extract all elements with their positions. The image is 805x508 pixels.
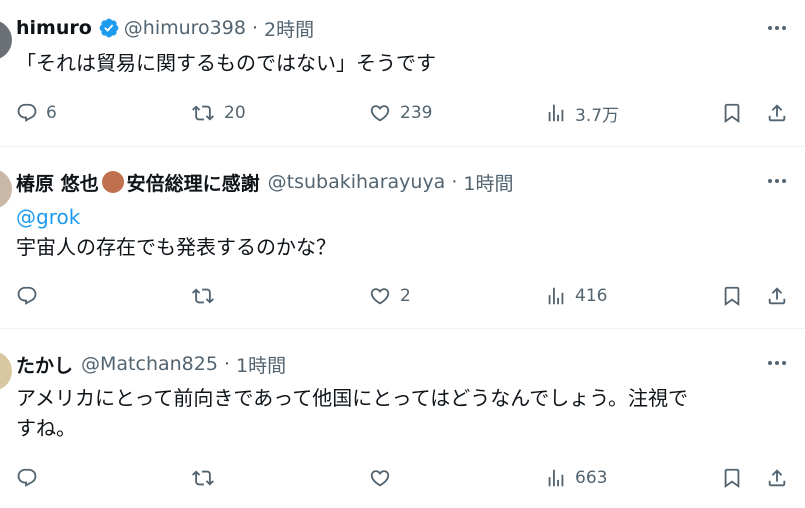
author-name[interactable]: 椿原 悠也 <box>16 169 99 196</box>
tweet-text-line: 「それは貿易に関するものではない」そうです <box>16 51 436 75</box>
views-button[interactable]: 416 <box>545 278 607 314</box>
like-icon <box>370 288 390 305</box>
timestamp[interactable]: 1時間 <box>236 351 286 378</box>
share-button[interactable] <box>766 460 788 496</box>
views-button[interactable]: 3.7万 <box>545 95 619 131</box>
retweet-count: 20 <box>224 103 246 123</box>
tweet-text: アメリカにとって前向きであって他国にとってはどうなんでしょう。注視で すね。 <box>16 383 688 443</box>
author-name[interactable]: たかし <box>16 351 73 378</box>
retweet-button[interactable] <box>190 278 224 314</box>
views-count: 416 <box>575 286 608 306</box>
views-icon <box>548 287 564 305</box>
separator: · <box>251 17 258 39</box>
more-icon[interactable] <box>763 14 791 42</box>
reply-button[interactable]: 6 <box>16 95 57 131</box>
share-button[interactable] <box>766 95 788 131</box>
bookmark-button[interactable] <box>721 460 743 496</box>
timestamp[interactable]: 2時間 <box>264 15 314 42</box>
tweet-text: @grok 宇宙人の存在でも発表するのかな？ <box>16 202 336 262</box>
timestamp[interactable]: 1時間 <box>463 169 513 196</box>
author-handle[interactable]: @Matchan825 <box>81 353 218 375</box>
like-count: 2 <box>400 286 411 306</box>
views-icon <box>548 469 564 487</box>
author-name-suffix[interactable]: 安倍総理に感謝 <box>127 169 260 196</box>
mention-link[interactable]: @grok <box>16 202 336 232</box>
views-icon <box>548 104 564 122</box>
more-icon[interactable] <box>763 167 791 195</box>
bookmark-icon <box>724 286 740 307</box>
tweet-header: 椿原 悠也 安倍総理に感謝 @tsubakiharayuya · 1時間 <box>16 168 513 196</box>
reply-icon <box>17 468 37 487</box>
like-icon <box>370 105 390 122</box>
reply-icon <box>17 103 37 122</box>
avatar[interactable] <box>0 169 12 209</box>
like-button[interactable]: 2 <box>368 278 411 314</box>
avatar[interactable] <box>0 20 12 60</box>
tweet[interactable]: たかし @Matchan825 · 1時間 アメリカにとって前向きであって他国に… <box>0 328 805 508</box>
bookmark-icon <box>724 468 740 489</box>
action-bar: 6 20 239 3.7万 <box>0 95 805 131</box>
tweet-text-line: アメリカにとって前向きであって他国にとってはどうなんでしょう。注視で <box>16 386 688 410</box>
name-emoji-icon <box>101 171 124 193</box>
retweet-button[interactable]: 20 <box>190 95 246 131</box>
like-button[interactable] <box>368 460 400 496</box>
views-button[interactable]: 663 <box>545 460 607 496</box>
author-name[interactable]: himuro <box>16 17 92 39</box>
views-count: 3.7万 <box>575 105 620 126</box>
like-count: 239 <box>400 103 433 123</box>
author-handle[interactable]: @himuro398 <box>124 17 246 39</box>
reply-button[interactable] <box>16 278 46 314</box>
retweet-icon <box>192 470 214 486</box>
tweet[interactable]: 椿原 悠也 安倍総理に感謝 @tsubakiharayuya · 1時間 @gr… <box>0 146 805 329</box>
share-icon <box>768 104 786 122</box>
author-handle[interactable]: @tsubakiharayuya <box>268 171 446 193</box>
views-count: 663 <box>575 468 608 488</box>
share-icon <box>768 469 786 487</box>
reply-count: 6 <box>46 103 57 123</box>
avatar[interactable] <box>0 351 12 391</box>
separator: · <box>451 171 458 193</box>
retweet-icon <box>192 288 214 304</box>
bookmark-icon <box>724 103 740 124</box>
share-icon <box>768 287 786 305</box>
separator: · <box>223 353 230 375</box>
action-bar: 2 416 <box>0 278 805 314</box>
tweet-text-line: すね。 <box>16 416 76 440</box>
tweet[interactable]: himuro @himuro398 · 2時間 「それは貿易に関するものではない… <box>0 0 805 146</box>
tweet-text: 「それは貿易に関するものではない」そうです <box>16 48 436 78</box>
bookmark-button[interactable] <box>721 95 743 131</box>
bookmark-button[interactable] <box>721 278 743 314</box>
retweet-button[interactable] <box>190 460 224 496</box>
share-button[interactable] <box>766 278 788 314</box>
like-icon <box>370 470 390 487</box>
more-icon[interactable] <box>763 349 791 377</box>
action-bar: 663 <box>0 460 805 496</box>
reply-icon <box>17 286 37 305</box>
reply-button[interactable] <box>16 460 46 496</box>
tweet-header: himuro @himuro398 · 2時間 <box>16 14 314 42</box>
verified-badge-icon <box>98 17 120 39</box>
retweet-icon <box>192 105 214 121</box>
tweet-header: たかし @Matchan825 · 1時間 <box>16 350 286 378</box>
like-button[interactable]: 239 <box>368 95 432 131</box>
tweet-text-line: 宇宙人の存在でも発表するのかな？ <box>16 235 336 259</box>
